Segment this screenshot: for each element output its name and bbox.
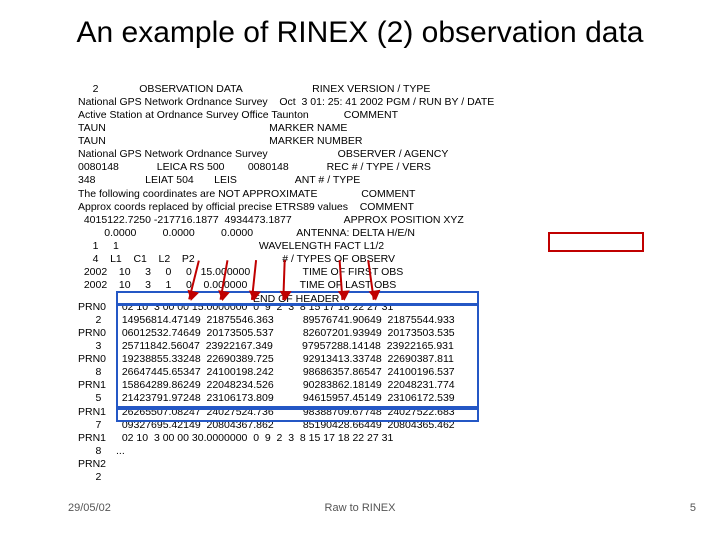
prn-label-column: PRN0 2 PRN0 3 PRN0 8 PRN1 5 PRN1 7 PRN1 … — [78, 301, 106, 485]
blue-epoch-box-1 — [116, 291, 479, 305]
page-title: An example of RINEX (2) observation data — [0, 16, 720, 50]
rinex-header-block: 2 OBSERVATION DATA RINEX VERSION / TYPE … — [78, 83, 494, 306]
red-highlight-box — [548, 232, 644, 252]
blue-epoch-box-2 — [116, 408, 479, 422]
footer-center: Raw to RINEX — [0, 502, 720, 514]
blue-data-box — [116, 304, 479, 408]
footer-page-number: 5 — [690, 502, 696, 514]
